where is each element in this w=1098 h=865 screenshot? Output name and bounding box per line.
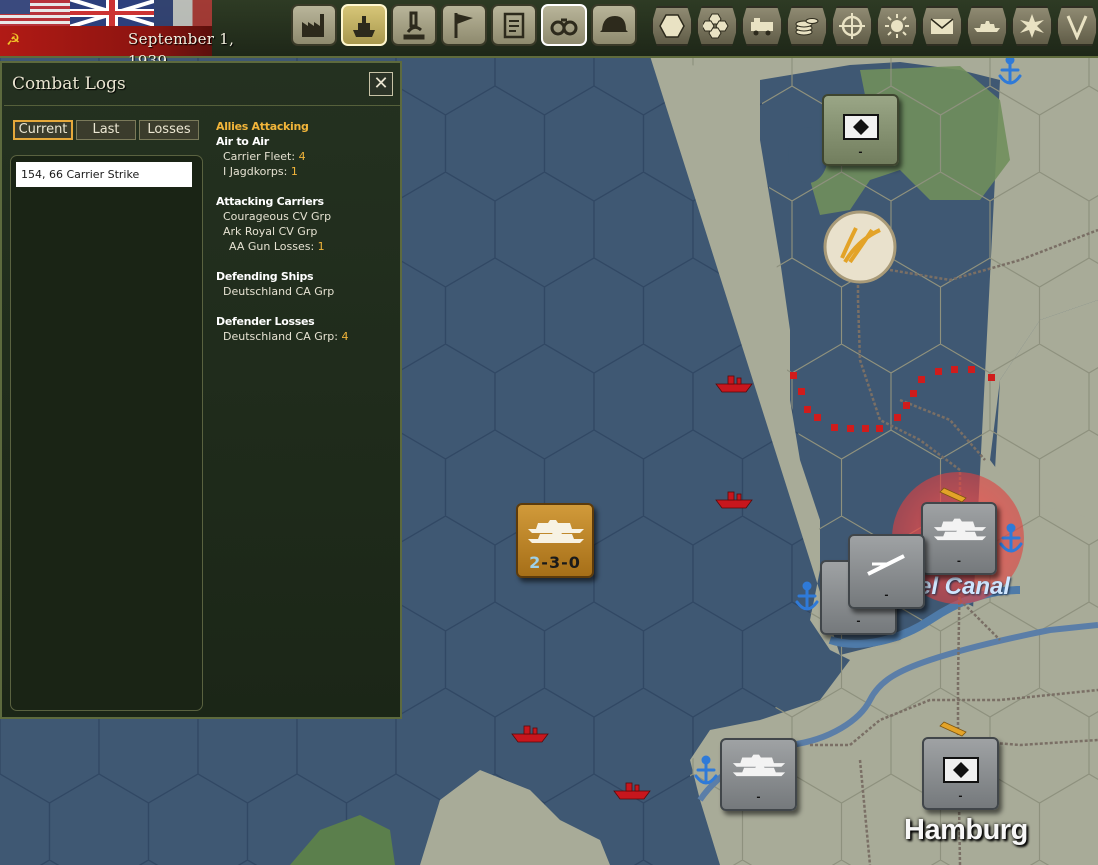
combat-detail: Allies Attacking Air to Air Carrier Flee… [216, 119, 396, 344]
detail-row: Ark Royal CV Grp [223, 225, 318, 238]
unit-label: - [756, 792, 761, 803]
warship-icon [528, 520, 584, 543]
usa-flag-icon[interactable] [0, 0, 70, 26]
factory-icon [302, 14, 324, 37]
warship-icon [974, 21, 1000, 32]
units-button[interactable] [591, 4, 637, 46]
german-corps-counter[interactable]: - [848, 534, 925, 609]
envelope-icon [930, 18, 954, 34]
objectives-button[interactable] [441, 4, 487, 46]
warship-icon [732, 754, 786, 777]
combat-logs-panel: Combat Logs ✕ Current Last Losses 154, 6… [0, 61, 402, 719]
weather-filter[interactable] [876, 6, 918, 46]
train-icon [751, 18, 773, 36]
combat-list[interactable] [10, 155, 203, 711]
tab-losses[interactable]: Losses [139, 120, 199, 140]
combat-logs-button[interactable] [541, 4, 587, 46]
victory-filter[interactable] [1056, 6, 1098, 46]
tab-last[interactable]: Last [76, 120, 136, 140]
detail-row: AA Gun Losses: 1 [229, 240, 325, 253]
panel-title: Combat Logs [12, 74, 126, 94]
unit-label: - [856, 616, 861, 627]
section-title: Air to Air [216, 135, 269, 148]
unit-label: - [956, 556, 962, 567]
naval-button[interactable] [341, 4, 387, 46]
explosions-filter[interactable] [1011, 6, 1053, 46]
german-hq-counter[interactable]: - [822, 94, 899, 166]
close-icon: ✕ [373, 73, 389, 94]
unit-label: - [858, 147, 863, 158]
hamburg-label: Hamburg [904, 814, 1028, 846]
sun-icon [885, 14, 909, 38]
production-button[interactable] [291, 4, 337, 46]
hq-icon [943, 757, 979, 783]
section-title: Attacking Carriers [216, 195, 324, 208]
reports-button[interactable] [491, 4, 537, 46]
france-flag-icon[interactable] [154, 0, 212, 26]
wheat-resource-icon[interactable] [823, 210, 897, 284]
turn-date: September 1, 1939 [128, 30, 235, 70]
german-fleet-counter-south[interactable]: - [720, 738, 797, 811]
uk-flag-icon[interactable] [70, 0, 154, 26]
detail-row: Courageous CV Grp [223, 210, 332, 223]
explosion-icon [1020, 14, 1044, 38]
terrain-filter[interactable] [651, 6, 693, 46]
clipboard-icon [503, 12, 525, 39]
section-title: Defending Ships [216, 270, 314, 283]
section-title: Defender Losses [216, 315, 315, 328]
fleet-filter[interactable] [966, 6, 1008, 46]
allied-carrier-counter[interactable]: 2-3-0 [516, 503, 594, 578]
detail-row: I Jagdkorps: 1 [223, 165, 298, 178]
warship-icon [933, 518, 987, 541]
corps-icon [867, 554, 905, 576]
supply-filter[interactable] [741, 6, 783, 46]
hex-grid-icon [703, 13, 729, 39]
german-fleet-counter-canal[interactable]: - [921, 502, 997, 575]
crosshair-icon [839, 13, 865, 39]
unit-strength: 2-3-0 [529, 553, 581, 572]
resources-filter[interactable] [786, 6, 828, 46]
panel-divider [4, 105, 400, 106]
canal-label: el Canal [918, 573, 1011, 600]
top-bar: ☭ September 1, 1939 [0, 0, 1098, 70]
victory-icon [1066, 15, 1088, 40]
hex-terrain-icon [659, 14, 685, 38]
binoculars-icon [550, 18, 578, 36]
hammer-sickle-icon: ☭ [6, 30, 21, 49]
flag-icon [454, 13, 473, 38]
messages-filter[interactable] [921, 6, 963, 46]
microscope-icon [403, 11, 425, 40]
hex-grid-filter[interactable] [696, 6, 738, 46]
german-hq-counter-hamburg[interactable]: - [922, 737, 999, 810]
unit-label: - [884, 590, 889, 601]
detail-row: Deutschland CA Grp: 4 [223, 330, 349, 343]
coins-icon [795, 18, 819, 36]
detail-row: Deutschland CA Grp [223, 285, 335, 298]
targets-filter[interactable] [831, 6, 873, 46]
list-item[interactable]: 154, 66 Carrier Strike [16, 162, 192, 187]
unit-label: - [958, 791, 963, 802]
hq-icon [843, 114, 879, 140]
helmet-icon [600, 16, 628, 32]
detail-row: Carrier Fleet: 4 [223, 150, 306, 163]
tab-current[interactable]: Current [13, 120, 73, 140]
detail-header: Allies Attacking [216, 120, 309, 133]
close-button[interactable]: ✕ [369, 72, 393, 96]
ship-icon [353, 16, 375, 37]
research-button[interactable] [391, 4, 437, 46]
